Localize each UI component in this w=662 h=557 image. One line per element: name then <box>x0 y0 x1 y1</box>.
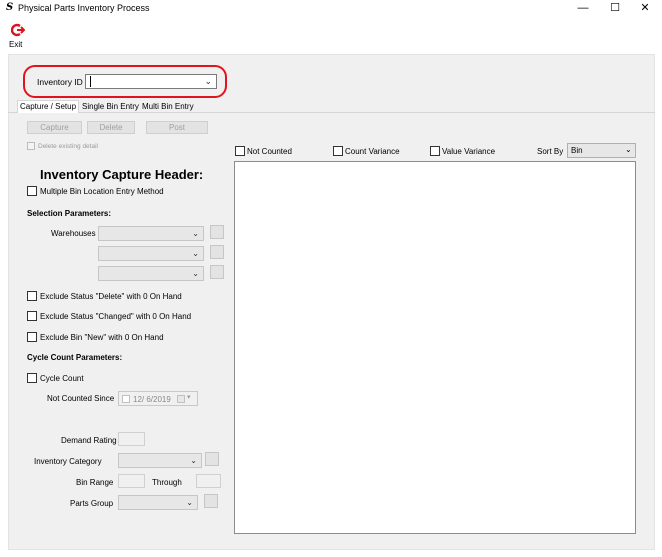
not-counted-since-datepicker[interactable]: 12/ 6/2019 ▾ <box>118 391 198 406</box>
sort-by-label: Sort By <box>537 147 564 156</box>
app-logo-icon: S <box>6 2 14 13</box>
exclude-status-delete-label: Exclude Status "Delete" with 0 On Hand <box>40 292 182 301</box>
not-counted-checkbox[interactable] <box>235 146 245 156</box>
chevron-down-icon[interactable]: ⌄ <box>625 145 632 154</box>
not-counted-label: Not Counted <box>247 147 292 156</box>
post-button[interactable]: Post <box>146 121 208 134</box>
warehouse-combo-2[interactable]: ⌄ <box>98 246 204 261</box>
warehouse-combo-1[interactable]: ⌄ <box>98 226 204 241</box>
parts-group-combo[interactable]: ⌄ <box>118 495 198 510</box>
count-variance-label: Count Variance <box>345 147 400 156</box>
inventory-category-label: Inventory Category <box>34 457 102 466</box>
inventory-category-combo[interactable]: ⌄ <box>118 453 202 468</box>
chevron-down-icon[interactable]: ⌄ <box>192 269 199 278</box>
bin-range-to-input[interactable] <box>196 474 221 488</box>
demand-rating-label: Demand Rating <box>61 436 117 445</box>
warehouses-label: Warehouses <box>51 229 96 238</box>
tab-multi-bin-entry[interactable]: Multi Bin Entry <box>140 101 196 113</box>
multiple-bin-location-label: Multiple Bin Location Entry Method <box>40 187 164 196</box>
bin-range-from-input[interactable] <box>118 474 145 488</box>
window-title: Physical Parts Inventory Process <box>18 3 150 13</box>
chevron-down-icon[interactable]: ▾ <box>187 393 191 401</box>
selection-parameters-heading: Selection Parameters: <box>27 209 112 218</box>
warehouse-lookup-button-3[interactable] <box>210 265 224 279</box>
cycle-count-parameters-heading: Cycle Count Parameters: <box>27 353 123 362</box>
cycle-count-label: Cycle Count <box>40 374 84 383</box>
capture-button[interactable]: Capture <box>27 121 82 134</box>
tab-single-bin-entry[interactable]: Single Bin Entry <box>80 101 141 113</box>
inventory-category-lookup-button[interactable] <box>205 452 219 466</box>
chevron-down-icon[interactable]: ⌄ <box>190 456 197 465</box>
warehouse-lookup-button-2[interactable] <box>210 245 224 259</box>
delete-existing-detail-label: Delete existing detail <box>38 143 98 150</box>
chevron-down-icon[interactable]: ⌄ <box>186 498 193 507</box>
highlight-annotation <box>23 65 227 98</box>
maximize-button[interactable]: ☐ <box>600 0 630 16</box>
count-variance-checkbox[interactable] <box>333 146 343 156</box>
exit-icon[interactable] <box>11 23 25 37</box>
parts-group-lookup-button[interactable] <box>204 494 218 508</box>
warehouse-combo-3[interactable]: ⌄ <box>98 266 204 281</box>
value-variance-checkbox[interactable] <box>430 146 440 156</box>
exclude-bin-new-checkbox[interactable] <box>27 332 37 342</box>
close-window-button[interactable]: ✕ <box>630 0 660 16</box>
minimize-button[interactable]: — <box>568 0 598 16</box>
parts-group-label: Parts Group <box>70 499 114 508</box>
tab-capture-setup[interactable]: Capture / Setup <box>17 100 80 113</box>
not-counted-since-value: 12/ 6/2019 <box>133 395 171 404</box>
exclude-status-delete-checkbox[interactable] <box>27 291 37 301</box>
bin-range-label: Bin Range <box>76 478 114 487</box>
delete-existing-detail-checkbox[interactable] <box>27 142 35 150</box>
value-variance-label: Value Variance <box>442 147 496 156</box>
calendar-icon[interactable] <box>177 395 185 403</box>
warehouse-lookup-button-1[interactable] <box>210 225 224 239</box>
exclude-status-changed-checkbox[interactable] <box>27 311 37 321</box>
delete-button[interactable]: Delete <box>87 121 135 134</box>
exit-button-label[interactable]: Exit <box>9 40 22 49</box>
bin-range-through-label: Through <box>152 478 182 487</box>
date-checkbox[interactable] <box>122 395 130 403</box>
multiple-bin-location-checkbox[interactable] <box>27 186 37 196</box>
exclude-bin-new-label: Exclude Bin "New" with 0 On Hand <box>40 333 164 342</box>
not-counted-since-label: Not Counted Since <box>47 394 115 403</box>
cycle-count-checkbox[interactable] <box>27 373 37 383</box>
capture-header-title: Inventory Capture Header: <box>40 167 204 182</box>
chevron-down-icon[interactable]: ⌄ <box>192 249 199 258</box>
chevron-down-icon[interactable]: ⌄ <box>192 229 199 238</box>
sort-by-value: Bin <box>571 146 583 155</box>
demand-rating-input[interactable] <box>118 432 145 446</box>
results-grid[interactable] <box>234 161 636 534</box>
exclude-status-changed-label: Exclude Status "Changed" with 0 On Hand <box>40 312 192 321</box>
